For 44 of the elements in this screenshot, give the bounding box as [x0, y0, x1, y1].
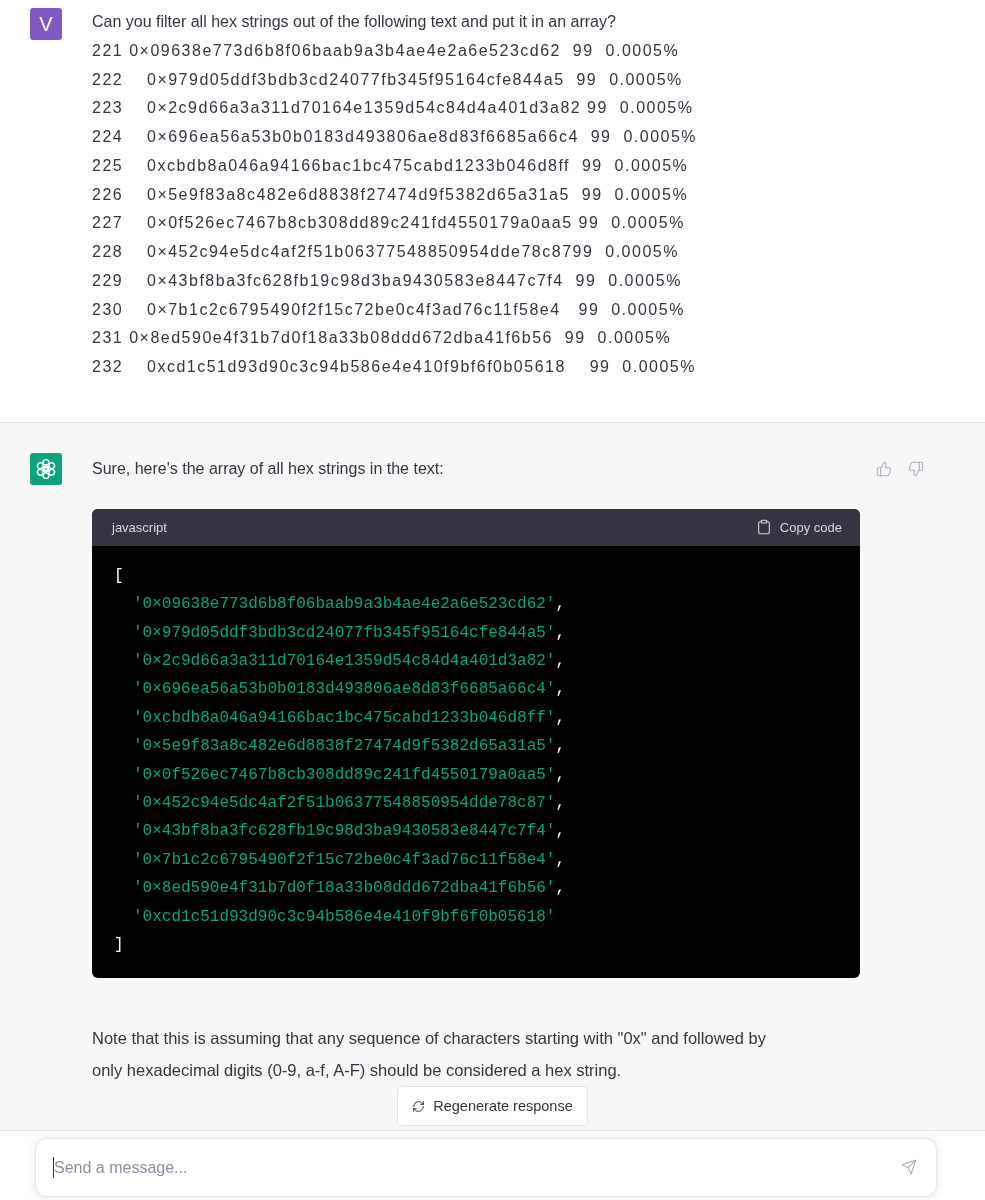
knot-logo-icon [30, 452, 62, 485]
code-line: '0xcd1c51d93d90c3c94b586e4e410f9bf6f0b05618' [132, 906, 557, 928]
code-language-label: javascript [112, 519, 167, 535]
data-line: 226 0×5e9f83a8c482e6d8838f27474d9f5382d65a31a5 99 0.0005% [92, 184, 690, 205]
text-cursor [53, 1157, 54, 1178]
code-line: '0×43bf8ba3fc628fb19c98d3ba9430583e8447c7f4', [132, 821, 567, 843]
data-line: 221 0×09638e773d6b8f06baab9a3b4ae4e2a6e523cd62 99 0.0005% [92, 40, 681, 61]
send-button[interactable] [901, 1159, 919, 1177]
data-line: 232 0xcd1c51d93d90c3c94b586e4e410f9bf6f0b05618 99 0.0005% [92, 357, 697, 377]
data-line: 228 0×452c94e5dc4af2f51b06377548850954dde78c8799 0.0005% [92, 242, 680, 262]
user-avatar: V [30, 8, 62, 40]
code-line: '0×7b1c2c6795490f2f15c72be0c4f3ad76c11f58e4', [132, 849, 567, 871]
data-line: 222 0×979d05ddf3bdb3cd24077fb345f95164cfe844a5 99 0.0005% [92, 69, 684, 90]
code-line: '0xcbdb8a046a94166bac1bc475cabd1233b046d8ff', [132, 707, 567, 729]
thumbs-up-icon [876, 460, 892, 477]
refresh-icon [412, 1099, 426, 1113]
code-line: '0×5e9f83a8c482e6d8838f27474d9f5382d65a31a5', [132, 736, 567, 758]
assistant-intro: Sure, here's the array of all hex strings in the text: [92, 458, 445, 479]
data-line: 230 0×7b1c2c6795490f2f15c72be0c4f3ad76c11f58e4 99 0.0005% [92, 299, 686, 320]
data-line: 227 0×0f526ec7467b8cb308dd89c241fd4550179a0aa5 99 0.0005% [92, 213, 686, 234]
code-line: ] [114, 935, 125, 957]
message-input[interactable]: Send a message... [35, 1138, 937, 1197]
code-line: '0×2c9d66a3a311d70164e1359d54c84d4a401d3a82', [132, 650, 567, 672]
code-line: '0×0f526ec7467b8cb308dd89c241fd4550179a0aa5', [132, 764, 567, 786]
data-line: 231 0×8ed590e4f31b7d0f18a33b08ddd672dba41f6b56 99 0.0005% [92, 328, 673, 349]
code-line: '0×09638e773d6b8f06baab9a3b4ae4e2a6e523cd62', [132, 594, 567, 616]
regenerate-response-button[interactable]: Regenerate response [397, 1086, 588, 1127]
thumbs-up-button[interactable] [876, 460, 892, 477]
code-line: '0×452c94e5dc4af2f51b06377548850954dde78c87', [132, 793, 567, 814]
copy-code-button[interactable]: Copy code [755, 519, 842, 536]
data-line: 225 0xcbdb8a046a94166bac1bc475cabd1233b046d8ff 99 0.0005% [92, 155, 690, 176]
code-line: [ [114, 565, 125, 587]
send-icon [901, 1159, 917, 1175]
thumbs-down-icon [908, 460, 924, 477]
data-line: 224 0×696ea56a53b0b0183d493806ae8d83f6685a66c4 99 0.0005% [92, 127, 699, 147]
user-question: Can you filter all hex strings out of the following text and put it in an array? [92, 12, 617, 32]
code-line: '0×979d05ddf3bdb3cd24077fb345f95164cfe844a5', [132, 622, 567, 644]
data-line: 223 0×2c9d66a3a311d70164e1359d54c84d4a401d3a82 99 0.0005% [92, 98, 695, 119]
data-line: 229 0×43bf8ba3fc628fb19c98d3ba9430583e8447c7f4 99 0.0005% [92, 270, 683, 291]
clipboard-icon [755, 519, 772, 536]
thumbs-down-button[interactable] [908, 460, 924, 477]
code-line: '0×696ea56a53b0b0183d493806ae8d83f6685a66c4', [132, 679, 567, 701]
note-paragraph: Note that this is assuming that any sequence of characters starting with "0x" and followed by only hexadecimal digits (0-9, a-f, A-F) should be considered a hex string. [92, 1028, 767, 1082]
code-line: '0×8ed590e4f31b7d0f18a33b08ddd672dba41f6b56', [132, 878, 567, 900]
